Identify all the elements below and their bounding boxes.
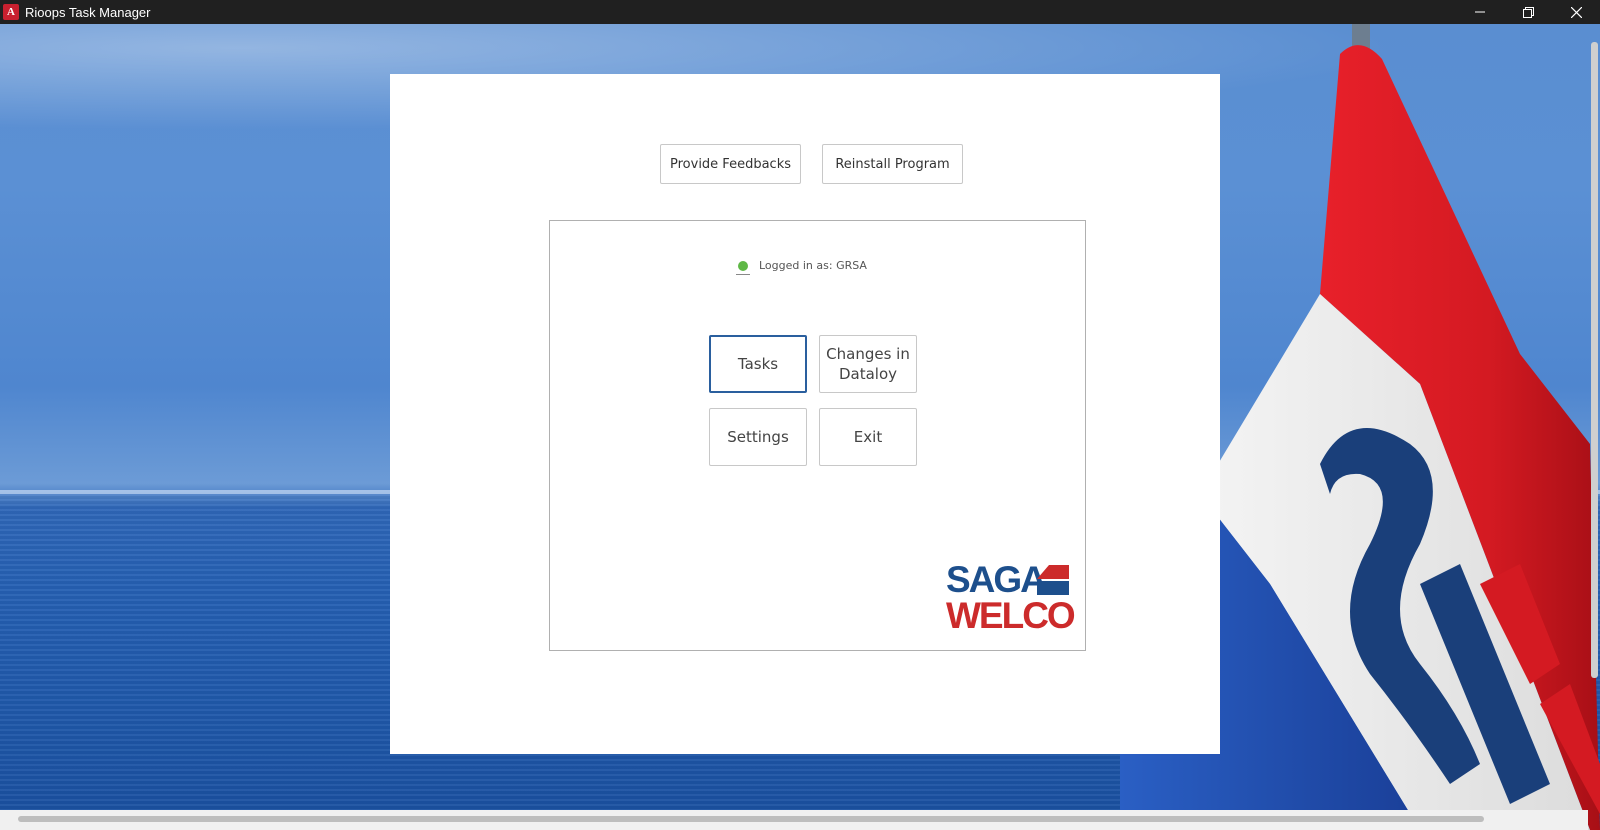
status-online-icon: [736, 260, 750, 275]
title-bar[interactable]: A Rioops Task Manager: [0, 0, 1600, 24]
settings-button[interactable]: Settings: [709, 408, 807, 466]
minimize-icon: [1475, 11, 1485, 13]
window-title: Rioops Task Manager: [25, 4, 151, 20]
logo-flag-icon: [1037, 565, 1069, 595]
restore-icon: [1522, 6, 1534, 18]
provide-feedbacks-button[interactable]: Provide Feedbacks: [660, 144, 801, 184]
window-controls: [1456, 0, 1600, 24]
app-window: A Rioops Task Manager Provide Feedbacks …: [0, 0, 1600, 830]
exit-button[interactable]: Exit: [819, 408, 917, 466]
close-icon: [1570, 6, 1582, 18]
login-box: Logged in as: GRSA Tasks Changes in Data…: [549, 220, 1086, 651]
app-icon: A: [3, 4, 19, 20]
horizontal-scrollbar[interactable]: [0, 810, 1588, 830]
vertical-scrollbar[interactable]: [1591, 42, 1598, 678]
restore-button[interactable]: [1504, 0, 1552, 24]
main-panel: Provide Feedbacks Reinstall Program Logg…: [390, 74, 1220, 754]
logo-saga-text: SAGA: [946, 559, 1047, 600]
changes-in-dataloy-button[interactable]: Changes in Dataloy: [819, 335, 917, 393]
logo-welco-text: WELCO: [946, 595, 1076, 636]
company-logo: SAGA WELCO: [946, 559, 1076, 637]
horizontal-scrollbar-thumb[interactable]: [18, 816, 1484, 822]
close-button[interactable]: [1552, 0, 1600, 24]
tasks-button[interactable]: Tasks: [709, 335, 807, 393]
minimize-button[interactable]: [1456, 0, 1504, 24]
logged-in-label: Logged in as: GRSA: [759, 259, 867, 272]
client-area: Provide Feedbacks Reinstall Program Logg…: [0, 24, 1600, 830]
login-status: Logged in as: GRSA: [736, 259, 867, 275]
reinstall-program-button[interactable]: Reinstall Program: [822, 144, 963, 184]
